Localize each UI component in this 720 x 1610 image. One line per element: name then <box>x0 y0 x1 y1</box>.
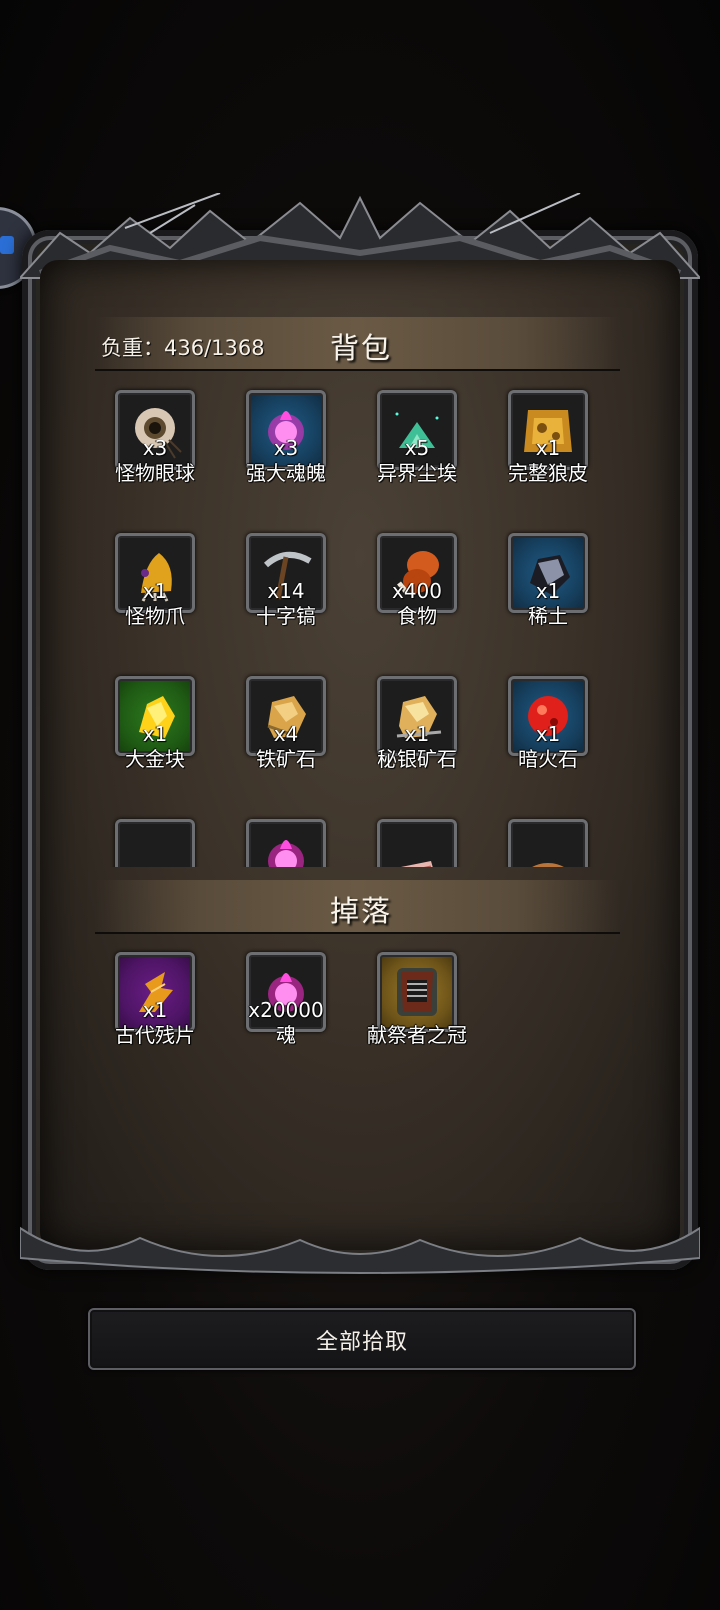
pickup-all-button[interactable]: 全部拾取 <box>88 1308 636 1370</box>
item-slot[interactable]: x1 暗火石 <box>488 671 608 791</box>
drops-item-grid: x1 古代残片 x20000 魂献祭者之冠 <box>95 947 620 1067</box>
item-name: 暗火石 <box>518 747 578 771</box>
item-name: 怪物眼球 <box>115 461 195 485</box>
item-slot[interactable]: x400 食物 <box>357 528 477 648</box>
item-name: 异界尘埃 <box>377 461 457 485</box>
item-slot[interactable]: x14 十字镐 <box>226 528 346 648</box>
drops-header-divider <box>95 932 620 934</box>
item-slot[interactable]: x20000 魂 <box>226 947 346 1067</box>
item-name: 强大魂魄 <box>246 461 326 485</box>
item-slot[interactable]: x5 异界尘埃 <box>357 385 477 505</box>
item-slot[interactable] <box>488 814 608 867</box>
side-tab-icon <box>0 236 14 254</box>
item-name: 食物 <box>397 604 437 628</box>
sacrificer-crown-icon <box>397 968 437 1016</box>
item-slot[interactable] <box>226 814 346 867</box>
carry-weight-label: 负重：436/1368 <box>101 336 265 360</box>
raw-meat-icon <box>401 861 433 867</box>
item-name: 怪物爪 <box>125 604 185 628</box>
bread-icon <box>532 863 564 867</box>
drops-title: 掉落 <box>330 894 393 928</box>
item-name: 秘银矿石 <box>377 747 457 771</box>
item-slot[interactable]: x1 秘银矿石 <box>357 671 477 791</box>
bag-header-divider <box>95 369 620 371</box>
item-slot[interactable]: x4 铁矿石 <box>226 671 346 791</box>
item-name: 完整狼皮 <box>508 461 588 485</box>
item-slot[interactable] <box>357 814 477 867</box>
item-slot[interactable]: x3 强大魂魄 <box>226 385 346 505</box>
dark-rock-icon <box>125 829 185 867</box>
pickup-all-label: 全部拾取 <box>315 1330 408 1355</box>
item-name: 稀土 <box>528 604 568 628</box>
item-slot[interactable]: x3 怪物眼球 <box>95 385 215 505</box>
bag-title: 背包 <box>330 331 393 365</box>
item-slot[interactable]: x1 稀土 <box>488 528 608 648</box>
item-name: 献祭者之冠 <box>367 1023 467 1047</box>
item-slot[interactable]: x1 完整狼皮 <box>488 385 608 505</box>
item-name: 魂 <box>276 1023 296 1047</box>
item-name: 大金块 <box>125 747 185 771</box>
item-slot[interactable] <box>95 814 215 867</box>
frame-bottom-ornament <box>20 1226 700 1274</box>
item-name: 十字镐 <box>256 604 316 628</box>
item-name: 古代残片 <box>115 1023 195 1047</box>
bag-item-grid[interactable]: x3 怪物眼球 x3 强大魂魄 x5 异界尘埃 x1 完整狼皮 x1 怪物爪 x14 十字镐 x400 食… <box>95 385 620 867</box>
item-slot[interactable]: x1 大金块 <box>95 671 215 791</box>
pink-soul-icon <box>268 840 304 867</box>
item-slot[interactable]: 献祭者之冠 <box>357 947 477 1067</box>
item-slot[interactable]: x1 古代残片 <box>95 947 215 1067</box>
item-slot[interactable]: x1 怪物爪 <box>95 528 215 648</box>
item-name: 铁矿石 <box>256 747 316 771</box>
